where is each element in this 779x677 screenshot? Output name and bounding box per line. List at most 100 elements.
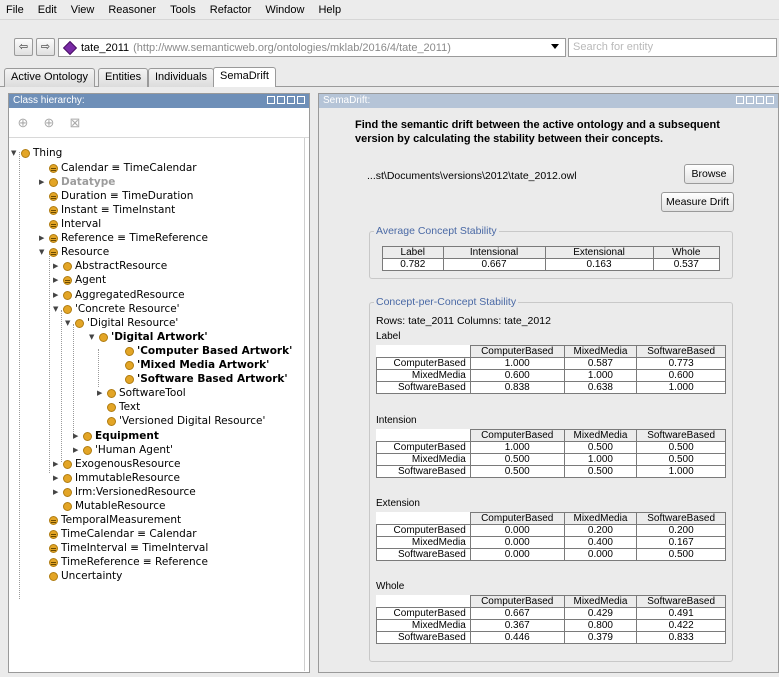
equivalent-class-icon <box>49 247 58 257</box>
tree-node[interactable]: TimeCalendar ≡ Calendar <box>49 528 197 540</box>
semadrift-title: SemaDrift: <box>323 95 371 106</box>
row-header: MixedMedia <box>376 369 471 382</box>
ontology-selector[interactable]: tate_2011 (http://www.semanticweb.org/on… <box>58 38 566 57</box>
tree-node[interactable]: ▶ Agent <box>53 274 106 286</box>
tree-node[interactable]: ▶ Equipment <box>73 430 159 442</box>
panel-close-icon[interactable] <box>297 96 305 104</box>
menu-file[interactable]: File <box>6 4 24 16</box>
panel-close-icon[interactable] <box>766 96 774 104</box>
add-sibling-icon[interactable]: ⊕ <box>39 113 59 133</box>
matrix-label: Label <box>376 331 401 342</box>
chevron-down-icon[interactable] <box>551 44 559 49</box>
column-header: Label <box>382 246 444 259</box>
tree-node[interactable]: ▼ Resource <box>39 246 109 258</box>
tree-node[interactable]: 'Software Based Artwork' <box>125 373 288 385</box>
tree-node[interactable]: ▶ Datatype <box>39 176 115 188</box>
tree-node[interactable]: Instant ≡ TimeInstant <box>49 204 175 216</box>
concept-stability-title: Concept-per-Concept Stability <box>374 296 519 308</box>
average-stability-group: Average Concept Stability Label Intensio… <box>369 225 733 279</box>
tree-node[interactable]: Text <box>107 401 140 413</box>
delete-class-icon[interactable]: ⊠ <box>65 113 85 133</box>
measure-drift-button[interactable]: Measure Drift <box>661 192 734 212</box>
class-icon <box>107 402 116 412</box>
equivalent-class-icon <box>63 275 72 285</box>
table-cell: 1.000 <box>563 453 638 466</box>
menu-window[interactable]: Window <box>265 4 304 16</box>
tree-node[interactable]: MutableResource <box>63 500 165 512</box>
menu-refactor[interactable]: Refactor <box>210 4 252 16</box>
tree-node[interactable]: ▼ Thing <box>11 147 62 159</box>
table-cell: 0.667 <box>469 607 565 620</box>
stability-matrix: ComputerBased MixedMedia SoftwareBased Comp… <box>376 345 726 394</box>
forward-button[interactable]: ⇨ <box>36 38 55 56</box>
row-header: ComputerBased <box>376 357 471 370</box>
row-header: SoftwareBased <box>376 465 471 478</box>
tree-node[interactable]: TemporalMeasurement <box>49 514 181 526</box>
menu-reasoner[interactable]: Reasoner <box>108 4 156 16</box>
menu-view[interactable]: View <box>71 4 95 16</box>
menu-help[interactable]: Help <box>318 4 341 16</box>
class-icon <box>63 473 72 483</box>
menu-tools[interactable]: Tools <box>170 4 196 16</box>
column-header: MixedMedia <box>563 429 638 442</box>
tree-node[interactable]: TimeReference ≡ Reference <box>49 556 208 568</box>
tree-node[interactable]: ▶ Reference ≡ TimeReference <box>39 232 208 244</box>
panel-minimize-icon[interactable] <box>277 96 285 104</box>
class-icon <box>107 388 116 398</box>
right-arrow-icon: ⇨ <box>40 41 51 53</box>
table-cell: 0.600 <box>636 369 726 382</box>
tree-node[interactable]: Duration ≡ TimeDuration <box>49 190 193 202</box>
class-icon <box>63 290 72 300</box>
corner-cell <box>376 595 471 608</box>
column-header: MixedMedia <box>563 345 638 358</box>
tree-node[interactable]: ▼ 'Digital Artwork' <box>89 331 208 343</box>
tree-node[interactable]: ▶ ExogenousResource <box>53 458 180 470</box>
panel-minimize-icon[interactable] <box>746 96 754 104</box>
stability-matrix: ComputerBased MixedMedia SoftwareBased Comp… <box>376 595 726 644</box>
column-header: SoftwareBased <box>636 595 726 608</box>
panel-menu-icon[interactable] <box>267 96 275 104</box>
add-subclass-icon[interactable]: ⊕ <box>13 113 33 133</box>
tree-node[interactable]: 'Versioned Digital Resource' <box>107 415 265 427</box>
row-header: ComputerBased <box>376 607 471 620</box>
tree-node[interactable]: ▼ 'Concrete Resource' <box>53 303 180 315</box>
class-tree: ▼ Thing Calendar ≡ TimeCalendar ▶ Datatype… <box>9 138 305 671</box>
tree-node[interactable]: ▶ AggregatedResource <box>53 289 185 301</box>
tree-node[interactable]: TimeInterval ≡ TimeInterval <box>49 542 208 554</box>
tree-node[interactable]: ▶ AbstractResource <box>53 260 167 272</box>
tree-node[interactable]: Interval <box>49 218 101 230</box>
tab-active-ontology[interactable]: Active Ontology <box>4 68 96 87</box>
panel-menu-icon[interactable] <box>736 96 744 104</box>
search-input[interactable]: Search for entity <box>568 38 777 57</box>
class-icon <box>49 177 58 187</box>
column-header: SoftwareBased <box>636 345 726 358</box>
table-cell: 1.000 <box>563 369 638 382</box>
left-arrow-icon: ⇦ <box>18 41 29 53</box>
tree-node[interactable]: ▶ lrm:VersionedResource <box>53 486 196 498</box>
tree-node[interactable]: 'Computer Based Artwork' <box>125 345 292 357</box>
column-header: Whole <box>652 246 721 259</box>
class-icon <box>83 431 92 441</box>
panel-maximize-icon[interactable] <box>287 96 295 104</box>
tree-node[interactable]: ▶ 'Human Agent' <box>73 444 173 456</box>
table-cell: 1.000 <box>636 465 726 478</box>
tab-individuals[interactable]: Individuals <box>148 68 214 87</box>
class-icon <box>83 445 92 455</box>
tab-semadrift[interactable]: SemaDrift <box>213 67 276 87</box>
tree-node[interactable]: Calendar ≡ TimeCalendar <box>49 162 197 174</box>
table-cell: 0.200 <box>563 524 638 537</box>
back-button[interactable]: ⇦ <box>14 38 33 56</box>
tree-node[interactable]: ▼ 'Digital Resource' <box>65 317 178 329</box>
tree-node[interactable]: Uncertainty <box>49 570 122 582</box>
ontology-name: tate_2011 <box>81 41 130 54</box>
tree-node[interactable]: 'Mixed Media Artwork' <box>125 359 269 371</box>
tree-node[interactable]: ▶ SoftwareTool <box>97 387 186 399</box>
table-cell: 0.773 <box>636 357 726 370</box>
tab-entities[interactable]: Entities <box>98 68 149 87</box>
menu-edit[interactable]: Edit <box>38 4 57 16</box>
panel-maximize-icon[interactable] <box>756 96 764 104</box>
class-icon <box>125 374 134 384</box>
table-cell: 0.167 <box>636 536 726 549</box>
tree-node[interactable]: ▶ ImmutableResource <box>53 472 180 484</box>
browse-button[interactable]: Browse <box>684 164 734 184</box>
